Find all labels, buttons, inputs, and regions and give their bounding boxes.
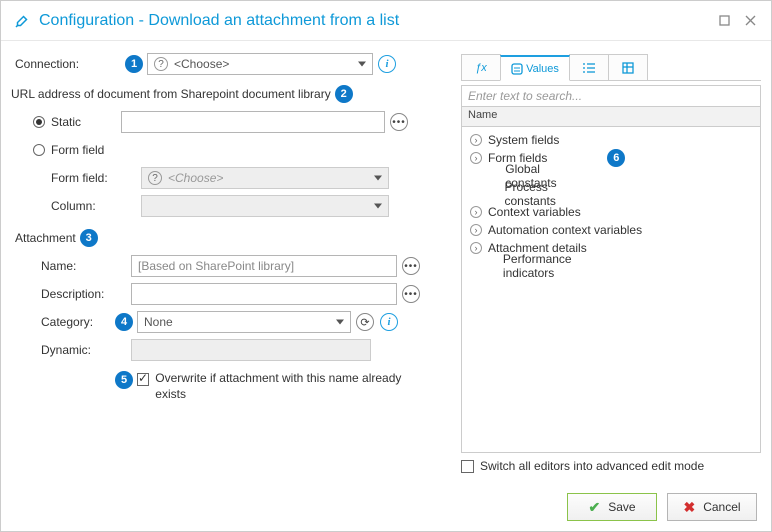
badge-2: 2 [335,85,353,103]
formfield-field-combo: ? <Choose> [141,167,389,189]
dynamic-input [131,339,371,361]
ellipsis-icon: ••• [390,113,408,131]
fx-icon: ƒx [475,62,487,74]
expand-icon: › [470,242,482,254]
info-icon: i [380,313,398,331]
search-input[interactable]: Enter text to search... [461,85,761,107]
ellipsis-icon: ••• [402,285,420,303]
checkbox-icon [137,373,149,386]
values-icon [511,63,523,75]
tab-values-label: Values [526,63,559,75]
badge-1: 1 [125,55,143,73]
formfield-radio-wrap[interactable]: Form field [11,143,121,157]
tree-node-system-fields[interactable]: ›System fields [464,131,758,149]
formfield-radio-label: Form field [51,143,104,157]
overwrite-label: Overwrite if attachment with this name a… [155,371,417,402]
expand-icon: › [470,224,482,236]
expand-icon: › [470,206,482,218]
form-icon [622,62,634,74]
tree-header-name: Name [461,107,761,127]
description-label: Description: [11,287,131,301]
category-combo[interactable]: None [137,311,351,333]
category-combo-value: None [144,315,173,329]
switch-advanced-checkbox[interactable]: Switch all editors into advanced edit mo… [461,459,704,473]
connection-label: Connection: [11,57,121,71]
right-tabs: ƒx Values [461,53,761,81]
badge-3: 3 [80,229,98,247]
titlebar: Configuration - Download an attachment f… [1,1,771,41]
info-icon: i [378,55,396,73]
switch-advanced-label: Switch all editors into advanced edit mo… [480,459,704,473]
category-refresh-button[interactable]: ⟳ [355,312,375,332]
help-icon: ? [148,171,162,185]
connection-combo[interactable]: ? <Choose> [147,53,373,75]
right-panel: ƒx Values Enter text to search... Name ›… [461,53,761,479]
static-url-more-button[interactable]: ••• [389,112,409,132]
help-icon: ? [154,57,168,71]
chevron-down-icon [336,320,344,325]
overwrite-checkbox[interactable]: Overwrite if attachment with this name a… [137,371,417,402]
close-button[interactable] [741,12,759,30]
config-window: Configuration - Download an attachment f… [0,0,772,532]
dynamic-label: Dynamic: [11,343,131,357]
radio-icon [33,116,45,128]
category-label: Category: [41,315,93,329]
connection-info-button[interactable]: i [377,54,397,74]
chevron-down-icon [374,176,382,181]
footer: ✔ Save ✖ Cancel [1,483,771,531]
name-input[interactable]: [Based on SharePoint library] [131,255,397,277]
tree-node-process-constants[interactable]: Process constants [464,185,574,203]
maximize-button[interactable] [715,12,733,30]
tools-icon [13,12,31,30]
category-info-button[interactable]: i [379,312,399,332]
badge-4: 4 [115,313,133,331]
tab-values[interactable]: Values [500,55,570,81]
refresh-icon: ⟳ [356,313,374,331]
ellipsis-icon: ••• [402,257,420,275]
search-placeholder: Enter text to search... [468,89,582,103]
name-label: Name: [11,259,131,273]
check-icon: ✔ [588,499,600,516]
expand-icon: › [470,152,482,164]
url-section-label: URL address of document from Sharepoint … [11,87,331,101]
connection-combo-value: <Choose> [174,57,229,71]
name-placeholder: [Based on SharePoint library] [138,259,294,273]
column-label: Column: [11,199,141,213]
attachment-label: Attachment [11,231,76,245]
expand-icon: › [470,134,482,146]
tree-node-auto-context-vars[interactable]: ›Automation context variables [464,221,758,239]
tab-list[interactable] [569,54,609,80]
static-url-input[interactable] [121,111,385,133]
category-label-wrap: Category: [11,315,111,329]
badge-6: 6 [607,149,625,167]
chevron-down-icon [374,204,382,209]
cancel-icon: ✖ [683,499,695,516]
list-icon [582,62,596,74]
formfield-combo-placeholder: <Choose> [168,171,223,185]
cancel-button-label: Cancel [703,500,740,514]
static-radio-wrap[interactable]: Static [11,115,121,129]
static-radio-label: Static [51,115,81,129]
checkbox-icon [461,460,474,473]
values-tree[interactable]: ›System fields ›Form fields 6 Global con… [461,127,761,453]
left-panel: Connection: 1 ? <Choose> i URL address o… [11,53,455,479]
save-button[interactable]: ✔ Save [567,493,657,521]
radio-icon [33,144,45,156]
cancel-button[interactable]: ✖ Cancel [667,493,757,521]
formfield-field-label: Form field: [11,171,141,185]
tab-form[interactable] [608,54,648,80]
tree-node-context-vars[interactable]: ›Context variables [464,203,758,221]
save-button-label: Save [608,500,635,514]
name-more-button[interactable]: ••• [401,256,421,276]
description-input[interactable] [131,283,397,305]
tab-fx[interactable]: ƒx [461,54,501,80]
badge-5: 5 [115,371,133,389]
chevron-down-icon [358,62,366,67]
tree-node-performance[interactable]: Performance indicators [464,257,574,275]
window-title: Configuration - Download an attachment f… [39,12,707,30]
column-combo [141,195,389,217]
description-more-button[interactable]: ••• [401,284,421,304]
